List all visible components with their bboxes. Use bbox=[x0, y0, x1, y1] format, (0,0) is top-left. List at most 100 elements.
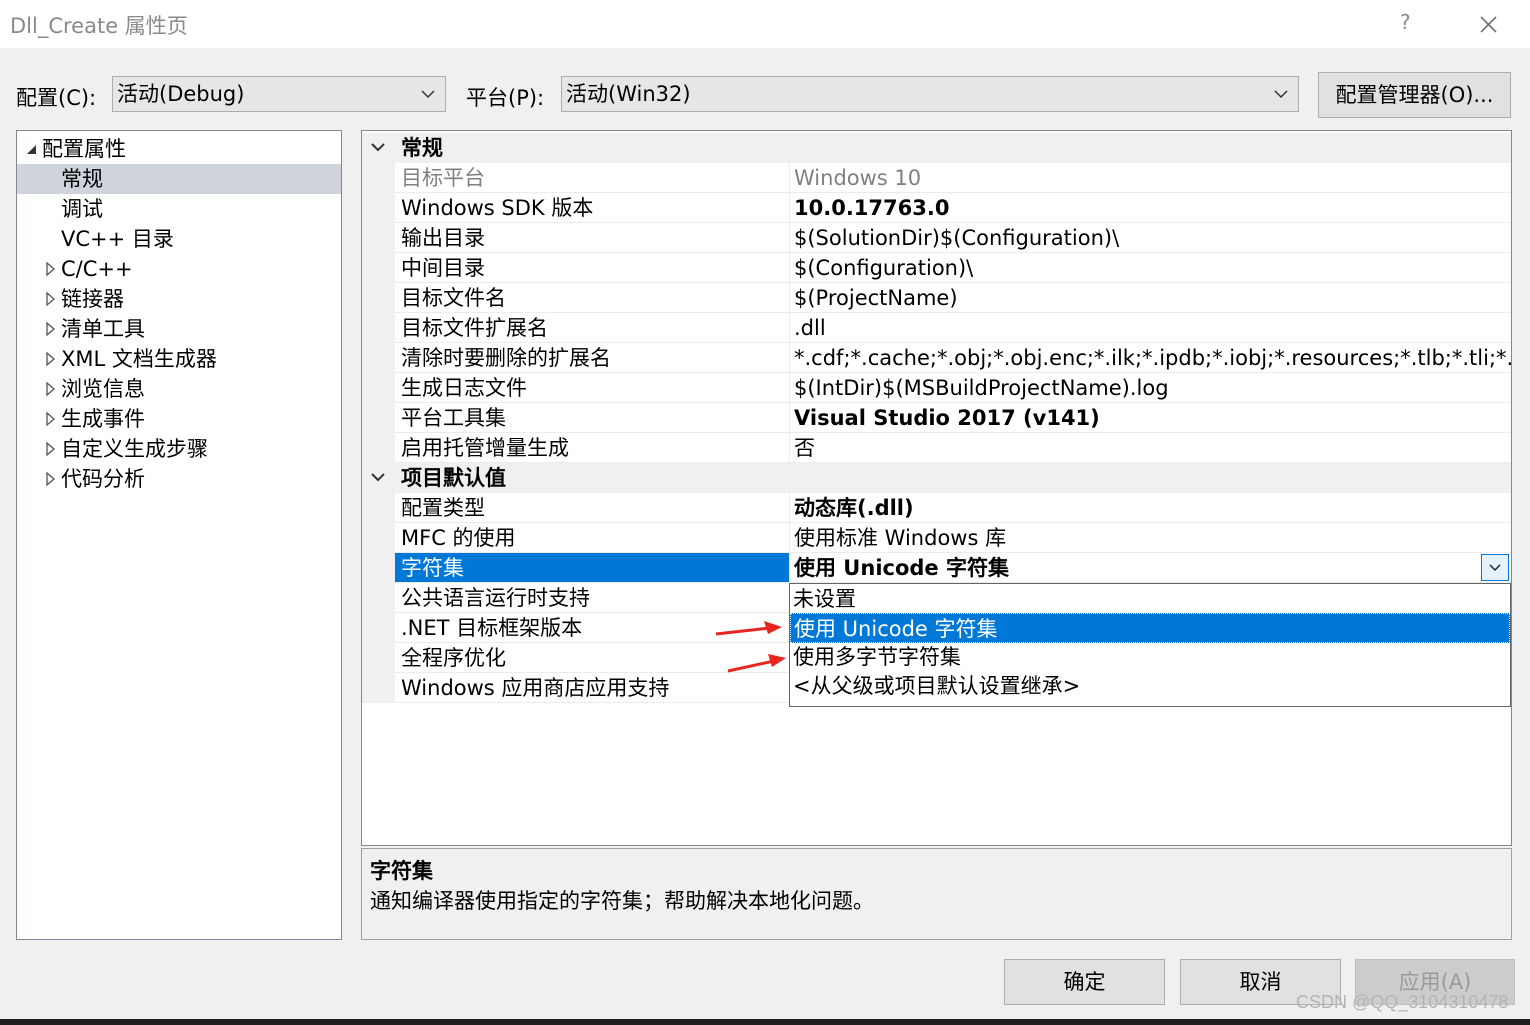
tree-item[interactable]: 清单工具 bbox=[17, 314, 341, 344]
property-name: 平台工具集 bbox=[395, 403, 790, 433]
platform-label: 平台(P): bbox=[466, 86, 545, 110]
tree-item-label: 清单工具 bbox=[61, 317, 145, 341]
tree-item[interactable]: 常规 bbox=[17, 164, 341, 194]
property-value[interactable]: $(SolutionDir)$(Configuration)\ bbox=[790, 223, 1511, 253]
tree-item-label: 自定义生成步骤 bbox=[61, 437, 208, 461]
close-button[interactable] bbox=[1476, 6, 1502, 40]
tree-item-label: VC++ 目录 bbox=[61, 227, 174, 251]
tree-item-label: 常规 bbox=[61, 167, 103, 191]
dropdown-option[interactable]: 使用多字节字符集 bbox=[790, 642, 1510, 672]
property-name: Windows SDK 版本 bbox=[395, 193, 790, 223]
property-row[interactable]: 目标平台 Windows 10 bbox=[362, 163, 1511, 193]
property-value[interactable]: 否 bbox=[790, 433, 1511, 463]
expand-triangle-icon bbox=[46, 321, 55, 337]
dropdown-option[interactable]: 使用 Unicode 字符集 bbox=[790, 613, 1510, 643]
property-value[interactable]: Windows 10 bbox=[790, 163, 1511, 193]
property-row[interactable]: MFC 的使用 使用标准 Windows 库 bbox=[362, 523, 1511, 553]
chevron-down-icon bbox=[421, 90, 435, 99]
row-gutter bbox=[362, 643, 395, 673]
row-gutter bbox=[362, 343, 395, 373]
dropdown-button[interactable] bbox=[1481, 554, 1509, 581]
property-row[interactable]: 输出目录 $(SolutionDir)$(Configuration)\ bbox=[362, 223, 1511, 253]
category-header[interactable]: 常规 bbox=[362, 133, 1511, 163]
property-value[interactable]: Visual Studio 2017 (v141) bbox=[790, 403, 1511, 433]
tree-item[interactable]: C/C++ bbox=[17, 254, 341, 284]
config-combobox[interactable]: 活动(Debug) bbox=[112, 76, 446, 112]
dropdown-option[interactable]: 未设置 bbox=[790, 584, 1510, 614]
description-text: 通知编译器使用指定的字符集；帮助解决本地化问题。 bbox=[370, 889, 874, 913]
property-name: 清除时要删除的扩展名 bbox=[395, 343, 790, 373]
row-gutter bbox=[362, 163, 395, 193]
chevron-down-icon bbox=[371, 143, 385, 152]
property-row[interactable]: 清除时要删除的扩展名 *.cdf;*.cache;*.obj;*.obj.enc;… bbox=[362, 343, 1511, 373]
category-header[interactable]: 项目默认值 bbox=[362, 463, 1511, 493]
property-row[interactable]: 平台工具集 Visual Studio 2017 (v141) bbox=[362, 403, 1511, 433]
property-row[interactable]: 字符集 使用 Unicode 字符集 bbox=[362, 553, 1511, 583]
property-name: 目标平台 bbox=[395, 163, 790, 193]
annotation-arrow-icon bbox=[715, 621, 782, 636]
tree-item[interactable]: VC++ 目录 bbox=[17, 224, 341, 254]
property-value[interactable]: $(ProjectName) bbox=[790, 283, 1511, 313]
property-row[interactable]: 启用托管增量生成否 bbox=[362, 433, 1511, 463]
config-label: 配置(C): bbox=[16, 86, 97, 110]
tree-item[interactable]: XML 文档生成器 bbox=[17, 344, 341, 374]
category-label: 项目默认值 bbox=[401, 466, 506, 490]
platform-value: 活动(Win32) bbox=[566, 82, 691, 106]
property-name: MFC 的使用 bbox=[395, 523, 790, 553]
row-gutter bbox=[362, 613, 395, 643]
tree-item-label: 代码分析 bbox=[61, 467, 145, 491]
property-value[interactable]: 10.0.17763.0 bbox=[790, 193, 1511, 223]
property-row[interactable]: 配置类型 动态库(.dll) bbox=[362, 493, 1511, 523]
row-gutter bbox=[362, 373, 395, 403]
property-row[interactable]: 中间目录 $(Configuration)\ bbox=[362, 253, 1511, 283]
expand-triangle-icon bbox=[46, 351, 55, 367]
property-row[interactable]: 生成日志文件 $(IntDir)$(MSBuildProjectName).log bbox=[362, 373, 1511, 403]
expand-triangle-icon bbox=[46, 471, 55, 487]
property-value[interactable]: $(Configuration)\ bbox=[790, 253, 1511, 283]
title-bar: Dll_Create 属性页 ? bbox=[0, 0, 1530, 48]
chevron-down-icon bbox=[1489, 564, 1501, 572]
property-name: 中间目录 bbox=[395, 253, 790, 283]
property-name: 目标文件名 bbox=[395, 283, 790, 313]
property-value[interactable]: *.cdf;*.cache;*.obj;*.obj.enc;*.ilk;*.ip… bbox=[790, 343, 1511, 373]
expand-triangle-icon bbox=[46, 291, 55, 307]
ok-button[interactable]: 确定 bbox=[1004, 959, 1165, 1005]
row-gutter bbox=[362, 583, 395, 613]
row-gutter bbox=[362, 673, 395, 703]
tree-item[interactable]: 生成事件 bbox=[17, 404, 341, 434]
tree-item-label: C/C++ bbox=[61, 257, 133, 281]
row-gutter bbox=[362, 433, 395, 463]
platform-combobox[interactable]: 活动(Win32) bbox=[561, 76, 1299, 112]
description-title: 字符集 bbox=[370, 859, 433, 883]
config-manager-button[interactable]: 配置管理器(O)... bbox=[1318, 72, 1511, 118]
tree-root-config-properties[interactable]: 配置属性 bbox=[17, 134, 341, 164]
property-value[interactable]: .dll bbox=[790, 313, 1511, 343]
property-tree: 配置属性 常规调试 VC++ 目录 C/C++ 链接器清单工具 XML 文档生成器浏览信… bbox=[16, 130, 342, 940]
tree-item[interactable]: 浏览信息 bbox=[17, 374, 341, 404]
property-name: 目标文件扩展名 bbox=[395, 313, 790, 343]
dropdown-option[interactable]: <从父级或项目默认设置继承> bbox=[790, 671, 1510, 701]
tree-item-label: 浏览信息 bbox=[61, 377, 145, 401]
property-row[interactable]: Windows SDK 版本 10.0.17763.0 bbox=[362, 193, 1511, 223]
tree-item[interactable]: 调试 bbox=[17, 194, 341, 224]
property-value[interactable]: 动态库(.dll) bbox=[790, 493, 1511, 523]
property-name: 字符集 bbox=[395, 553, 790, 583]
row-gutter bbox=[362, 523, 395, 553]
tree-item[interactable]: 链接器 bbox=[17, 284, 341, 314]
tree-item[interactable]: 代码分析 bbox=[17, 464, 341, 494]
help-button[interactable]: ? bbox=[1400, 10, 1411, 34]
tree-item-label: 生成事件 bbox=[61, 407, 145, 431]
chevron-down-icon bbox=[371, 473, 385, 482]
property-value[interactable]: $(IntDir)$(MSBuildProjectName).log bbox=[790, 373, 1511, 403]
row-gutter bbox=[362, 283, 395, 313]
category-label: 常规 bbox=[401, 136, 443, 160]
property-grid: 常规目标平台 Windows 10 Windows SDK 版本 10.0.17763… bbox=[361, 130, 1512, 846]
property-row[interactable]: 目标文件名 $(ProjectName) bbox=[362, 283, 1511, 313]
tree-item[interactable]: 自定义生成步骤 bbox=[17, 434, 341, 464]
property-value[interactable]: 使用 Unicode 字符集 bbox=[790, 553, 1511, 583]
property-name: 输出目录 bbox=[395, 223, 790, 253]
collapse-triangle-icon bbox=[27, 145, 36, 154]
property-row[interactable]: 目标文件扩展名 .dll bbox=[362, 313, 1511, 343]
bottom-edge bbox=[0, 1019, 1530, 1025]
property-value[interactable]: 使用标准 Windows 库 bbox=[790, 523, 1511, 553]
